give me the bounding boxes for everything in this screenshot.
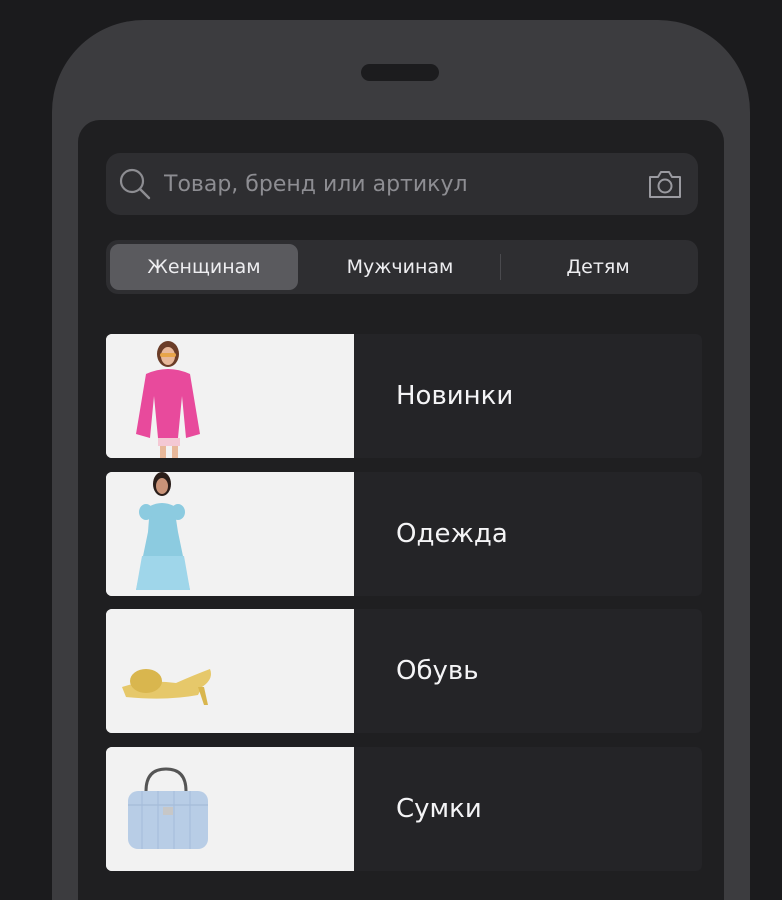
category-image-woman-blue-dress [106, 472, 354, 596]
search-input[interactable] [164, 169, 624, 199]
category-image-yellow-mule-shoe [106, 609, 354, 733]
category-label: Новинки [396, 381, 514, 411]
category-bags[interactable]: Сумки [106, 747, 702, 871]
phone-frame: Женщинам Мужчинам Детям Новинки [52, 20, 750, 900]
category-label: Сумки [396, 794, 482, 824]
tab-men[interactable]: Мужчинам [302, 244, 498, 290]
category-label: Обувь [396, 656, 479, 686]
search-icon[interactable] [118, 167, 152, 201]
camera-icon[interactable] [646, 167, 684, 201]
tab-divider [500, 254, 501, 280]
category-image-blue-quilted-handbag [106, 747, 354, 871]
search-bar[interactable] [106, 153, 698, 215]
category-shoes[interactable]: Обувь [106, 609, 702, 733]
phone-speaker [361, 64, 439, 81]
category-label: Одежда [396, 519, 508, 549]
category-image-woman-pink-jacket [106, 334, 354, 458]
app-screen: Женщинам Мужчинам Детям Новинки [78, 120, 724, 900]
tab-women[interactable]: Женщинам [110, 244, 298, 290]
gender-tabs: Женщинам Мужчинам Детям [106, 240, 698, 294]
category-new[interactable]: Новинки [106, 334, 702, 458]
category-clothing[interactable]: Одежда [106, 472, 702, 596]
tab-kids[interactable]: Детям [502, 244, 694, 290]
